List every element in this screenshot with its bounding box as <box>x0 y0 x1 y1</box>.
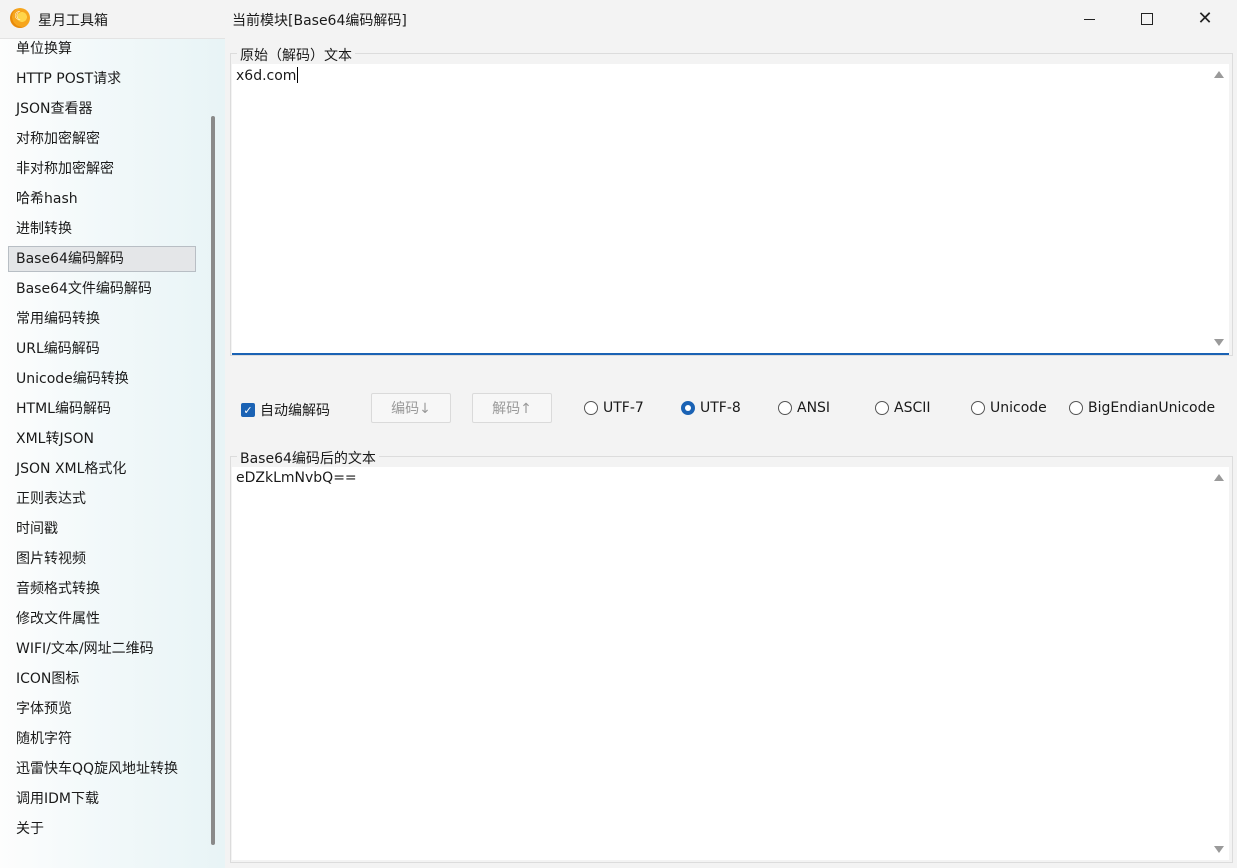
close-button[interactable]: ✕ <box>1176 0 1234 38</box>
radio-ansi-circle <box>778 401 792 415</box>
main-panel: 原始（解码）文本 x6d.com ✓ 自动编解码 编码↓ 解码↑ UTF-7 U… <box>227 38 1237 867</box>
title-bar: ☾ 星月工具箱 当前模块[Base64编码解码] ✕ <box>0 0 1237 38</box>
sidebar-item-html-encoding[interactable]: HTML编码解码 <box>8 396 196 422</box>
app-moon-icon: ☾ <box>10 8 30 28</box>
scroll-up-icon[interactable] <box>1214 474 1224 481</box>
radio-unicode-label: Unicode <box>990 400 1047 416</box>
radio-ansi[interactable]: ANSI <box>778 400 830 416</box>
maximize-icon <box>1141 13 1153 25</box>
sidebar-item-unicode[interactable]: Unicode编码转换 <box>8 366 196 392</box>
text-caret <box>297 67 299 83</box>
input-scrollbar[interactable] <box>1209 64 1229 353</box>
sidebar-item-image-to-video[interactable]: 图片转视频 <box>8 546 196 572</box>
minimize-button[interactable] <box>1060 0 1118 38</box>
radio-unicode[interactable]: Unicode <box>971 400 1047 416</box>
app-title: 星月工具箱 <box>38 13 108 29</box>
sidebar-item-base64[interactable]: Base64编码解码 <box>8 246 196 272</box>
sidebar-item-url-encoding[interactable]: URL编码解码 <box>8 336 196 362</box>
sidebar-item-idm-download[interactable]: 调用IDM下载 <box>8 786 196 812</box>
close-icon: ✕ <box>1197 8 1213 29</box>
scroll-up-icon[interactable] <box>1214 71 1224 78</box>
radio-ascii[interactable]: ASCII <box>875 400 931 416</box>
sidebar-item-radix-conversion[interactable]: 进制转换 <box>8 216 196 242</box>
radio-ansi-label: ANSI <box>797 400 831 416</box>
sidebar-item-base64-file[interactable]: Base64文件编码解码 <box>8 276 196 302</box>
sidebar-item-asymmetric-crypto[interactable]: 非对称加密解密 <box>8 156 196 182</box>
sidebar-item-regex[interactable]: 正则表达式 <box>8 486 196 512</box>
output-group-legend: Base64编码后的文本 <box>237 448 379 468</box>
sidebar-item-timestamp[interactable]: 时间戳 <box>8 516 196 542</box>
controls-row: ✓ 自动编解码 编码↓ 解码↑ UTF-7 UTF-8 ANSI ASCII U… <box>227 388 1237 428</box>
radio-utf7-circle <box>584 401 598 415</box>
scroll-down-icon[interactable] <box>1214 339 1224 346</box>
radio-unicode-circle <box>971 401 985 415</box>
input-group: 原始（解码）文本 x6d.com <box>230 45 1233 356</box>
auto-convert-checkbox[interactable]: ✓ 自动编解码 <box>241 400 330 420</box>
radio-utf8-label: UTF-8 <box>700 400 741 416</box>
radio-utf8[interactable]: UTF-8 <box>681 400 741 416</box>
sidebar-item-font-preview[interactable]: 字体预览 <box>8 696 196 722</box>
radio-bigendian-unicode[interactable]: BigEndianUnicode <box>1069 400 1215 416</box>
sidebar-item-json-viewer[interactable]: JSON查看器 <box>8 96 196 122</box>
sidebar: 单位换算 HTTP POST请求 JSON查看器 对称加密解密 非对称加密解密 … <box>0 38 225 868</box>
input-text: x6d.com <box>236 68 297 84</box>
sidebar-item-icon[interactable]: ICON图标 <box>8 666 196 692</box>
sidebar-item-common-encoding[interactable]: 常用编码转换 <box>8 306 196 332</box>
input-group-legend: 原始（解码）文本 <box>237 45 355 65</box>
radio-utf7-label: UTF-7 <box>603 400 644 416</box>
radio-bigendian-unicode-label: BigEndianUnicode <box>1088 400 1216 416</box>
scroll-down-icon[interactable] <box>1214 846 1224 853</box>
input-textarea[interactable]: x6d.com <box>232 64 1229 355</box>
sidebar-item-file-attributes[interactable]: 修改文件属性 <box>8 606 196 632</box>
auto-convert-label: 自动编解码 <box>260 403 330 419</box>
module-title: 当前模块[Base64编码解码] <box>232 13 407 29</box>
encode-button[interactable]: 编码↓ <box>371 393 451 423</box>
radio-ascii-circle <box>875 401 889 415</box>
output-textarea[interactable]: eDZkLmNvbQ== <box>232 467 1229 860</box>
minimize-icon <box>1083 18 1095 20</box>
output-group: Base64编码后的文本 eDZkLmNvbQ== <box>230 448 1233 863</box>
sidebar-item-hash[interactable]: 哈希hash <box>8 186 196 212</box>
checkbox-checked-icon: ✓ <box>241 403 255 417</box>
sidebar-item-json-xml-format[interactable]: JSON XML格式化 <box>8 456 196 482</box>
sidebar-item-about[interactable]: 关于 <box>8 816 196 842</box>
sidebar-item-http-post[interactable]: HTTP POST请求 <box>8 66 196 92</box>
radio-ascii-label: ASCII <box>894 400 931 416</box>
sidebar-item-audio-convert[interactable]: 音频格式转换 <box>8 576 196 602</box>
radio-utf8-circle <box>681 401 695 415</box>
decode-button[interactable]: 解码↑ <box>472 393 552 423</box>
sidebar-scrollbar-thumb[interactable] <box>211 116 215 845</box>
sidebar-item-unit-conversion[interactable]: 单位换算 <box>8 36 196 62</box>
sidebar-item-download-link-convert[interactable]: 迅雷快车QQ旋风地址转换 <box>8 756 196 782</box>
output-scrollbar[interactable] <box>1209 467 1229 860</box>
maximize-button[interactable] <box>1118 0 1176 38</box>
sidebar-item-qrcode[interactable]: WIFI/文本/网址二维码 <box>8 636 196 662</box>
output-text: eDZkLmNvbQ== <box>236 470 357 486</box>
radio-bigendian-unicode-circle <box>1069 401 1083 415</box>
sidebar-item-random-chars[interactable]: 随机字符 <box>8 726 196 752</box>
radio-utf7[interactable]: UTF-7 <box>584 400 644 416</box>
sidebar-item-xml-to-json[interactable]: XML转JSON <box>8 426 196 452</box>
sidebar-item-symmetric-crypto[interactable]: 对称加密解密 <box>8 126 196 152</box>
